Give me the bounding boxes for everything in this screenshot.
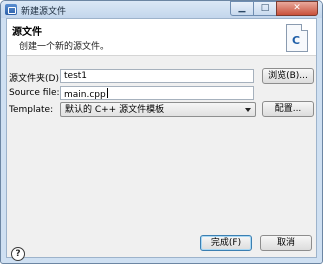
page-description: 创建一个新的源文件。: [19, 42, 110, 52]
close-button[interactable]: ✕: [276, 1, 318, 16]
dialog-window: 新建源文件 ▁ □ ✕ 源文件 创建一个新的源文件。 C 源文件夹(D)： te…: [0, 0, 323, 264]
cancel-button[interactable]: 取消: [260, 235, 312, 251]
chevron-down-icon: [245, 108, 251, 112]
source-folder-value: test1: [64, 71, 88, 81]
template-value: 默认的 C++ 源文件模板: [65, 105, 165, 115]
wizard-header: 源文件 创建一个新的源文件。 C: [7, 19, 316, 56]
page-title: 源文件: [12, 27, 42, 38]
source-file-value: main.cpp: [64, 90, 106, 100]
close-icon: ✕: [293, 3, 301, 13]
template-label: Template:: [9, 105, 54, 115]
text-cursor: [106, 88, 108, 98]
source-file-input[interactable]: main.cpp: [60, 86, 254, 100]
configure-button[interactable]: 配置...: [262, 101, 314, 117]
maximize-button[interactable]: □: [253, 1, 277, 16]
maximize-icon: □: [260, 3, 270, 13]
minimize-button[interactable]: ▁: [230, 1, 254, 16]
dialog-body: 源文件 创建一个新的源文件。 C: [6, 18, 317, 258]
finish-button[interactable]: 完成(F): [200, 235, 252, 251]
window-controls: ▁ □ ✕: [230, 1, 318, 16]
file-icon-letter: C: [292, 34, 301, 47]
window-icon: [5, 4, 17, 15]
source-folder-input[interactable]: test1: [60, 69, 254, 83]
help-icon[interactable]: ?: [11, 247, 25, 261]
title-bar[interactable]: 新建源文件 ▁ □ ✕: [1, 1, 322, 18]
browse-button[interactable]: 浏览(B)...: [262, 68, 314, 84]
template-select[interactable]: 默认的 C++ 源文件模板: [60, 102, 256, 117]
window-title: 新建源文件: [21, 7, 67, 17]
c-source-file-icon: C: [286, 24, 308, 52]
source-file-label: Source file:: [9, 88, 60, 98]
minimize-icon: ▁: [238, 3, 246, 13]
